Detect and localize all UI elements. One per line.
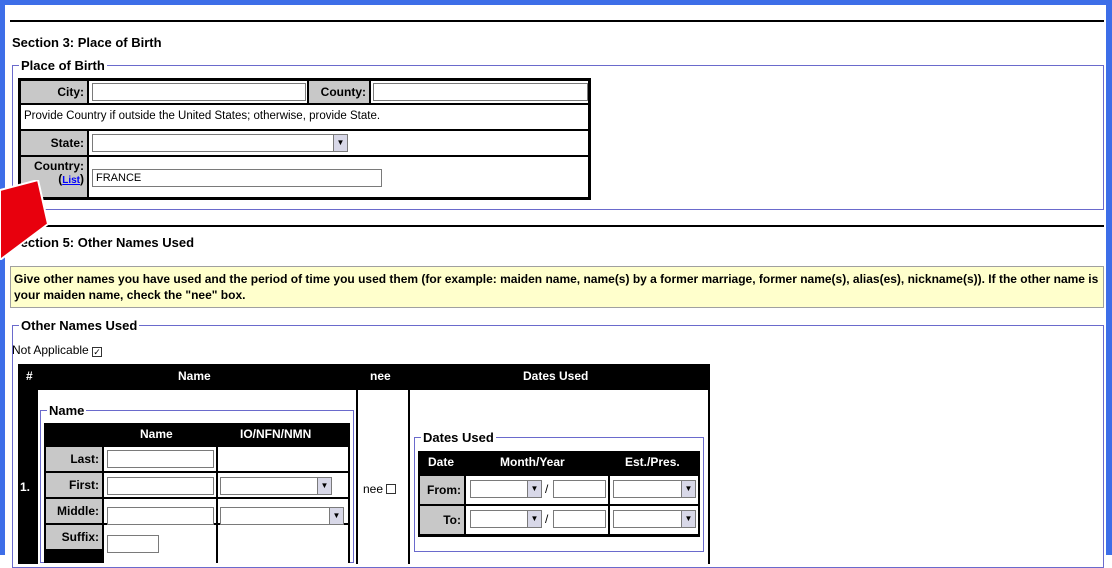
middle-label: Middle: [46,499,102,523]
from-month-select[interactable]: ▼ [470,480,542,498]
red-arrow-pointer-icon [0,180,50,260]
not-applicable-label: Not Applicable [12,343,89,357]
col-header-num: # [26,369,33,383]
chevron-down-icon: ▼ [527,481,541,497]
chevron-down-icon: ▼ [527,511,541,527]
city-input[interactable] [92,83,306,101]
first-label: First: [46,473,102,497]
chevron-down-icon: ▼ [681,511,695,527]
last-label: Last: [46,447,102,471]
divider [10,20,1104,22]
col-header-name: Name [178,369,211,383]
to-slash: / [545,512,549,526]
first-name-io-select[interactable]: ▼ [220,477,332,495]
country-list-link[interactable]: List [62,175,80,186]
from-label: From: [420,476,464,504]
last-name-input[interactable] [107,450,214,468]
section3-title: Section 3: Place of Birth [12,35,162,50]
state-label: State: [20,130,88,156]
other-names-info: Give other names you have used and the p… [10,266,1104,308]
to-year-input[interactable] [553,510,606,528]
place-of-birth-legend: Place of Birth [21,58,105,73]
chevron-down-icon: ▼ [681,481,695,497]
col-header-nee: nee [370,369,391,383]
from-est-select[interactable]: ▼ [613,480,696,498]
window-frame-right [1106,0,1112,555]
city-label: City: [20,80,88,104]
suffix-input[interactable] [107,535,159,553]
state-select[interactable]: ▼ [92,134,348,152]
other-names-legend: Other Names Used [21,318,138,333]
from-year-input[interactable] [553,480,606,498]
dates-used-legend: Dates Used [423,430,494,445]
first-name-input[interactable] [107,477,214,495]
window-frame-top [0,0,1112,5]
county-label: County: [308,80,370,104]
row-number: 1. [20,480,31,494]
month-year-col-header: Month/Year [500,455,565,469]
suffix-label: Suffix: [46,525,102,549]
to-month-select[interactable]: ▼ [470,510,542,528]
nee-row: nee [363,482,397,496]
to-est-select[interactable]: ▼ [613,510,696,528]
window-frame-left [0,0,5,555]
country-input[interactable] [92,169,382,187]
est-col-header: Est./Pres. [625,455,680,469]
not-applicable-row: Not Applicable ✓ [12,343,103,357]
not-applicable-checkbox[interactable]: ✓ [92,347,103,357]
to-label: To: [420,506,464,534]
nee-label: nee [363,482,384,496]
middle-name-input[interactable] [107,507,214,525]
divider [10,225,1104,227]
chevron-down-icon: ▼ [317,478,331,494]
county-input[interactable] [373,83,588,101]
col-header-dates: Dates Used [523,369,589,383]
place-of-birth-table: City: County: Provide Country if outside… [18,78,591,200]
nee-checkbox[interactable] [386,484,397,494]
name-col-header: Name [140,427,173,441]
date-col-header: Date [428,455,455,469]
country-label: Country: [34,159,84,173]
io-col-header: IO/NFN/NMN [240,427,312,441]
middle-name-io-select[interactable]: ▼ [220,507,344,525]
from-slash: / [545,482,549,496]
country-instruction: Provide Country if outside the United St… [20,104,589,130]
chevron-down-icon: ▼ [329,508,343,524]
name-legend: Name [49,403,85,418]
chevron-down-icon: ▼ [333,135,347,151]
